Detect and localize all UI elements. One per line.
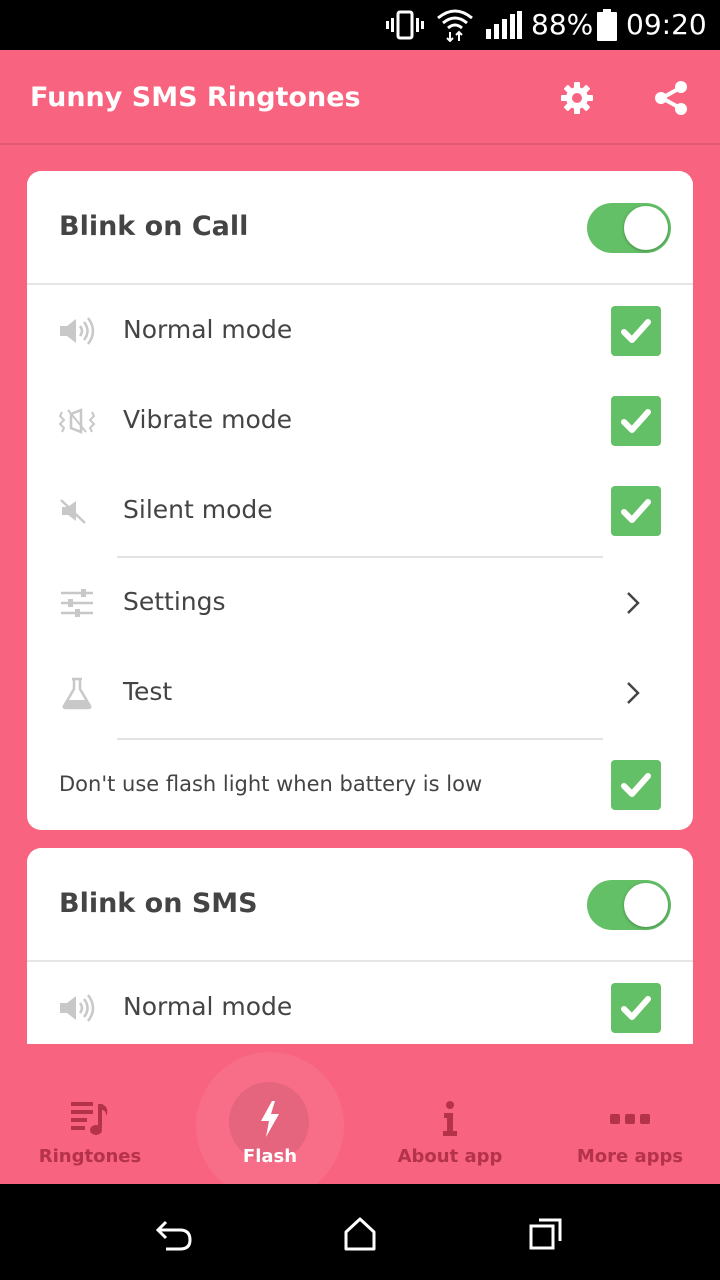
blink-on-sms-card: Blink on SMS Normal mode xyxy=(27,848,693,1044)
call-test-row[interactable]: Test xyxy=(27,648,693,738)
row-label: Normal mode xyxy=(123,315,293,344)
music-list-icon xyxy=(70,1099,110,1139)
system-nav-bar xyxy=(0,1184,720,1280)
card-title: Blink on Call xyxy=(59,211,249,242)
chevron-right-icon xyxy=(619,679,647,707)
settings-gear-icon[interactable] xyxy=(557,78,597,118)
more-dots-icon xyxy=(610,1099,650,1139)
card-title: Blink on SMS xyxy=(59,888,258,919)
nav-label: Flash xyxy=(242,1146,298,1167)
row-label: Vibrate mode xyxy=(123,405,292,434)
nav-ringtones[interactable]: Ringtones xyxy=(0,1044,180,1184)
call-silent-mode-row[interactable]: Silent mode xyxy=(27,466,693,556)
blink-on-call-card: Blink on Call Normal mode Vibrate mode S… xyxy=(27,171,693,830)
speaker-icon xyxy=(57,311,97,351)
nav-label: About app xyxy=(397,1146,503,1167)
vibrate-icon xyxy=(386,8,424,42)
call-normal-mode-row[interactable]: Normal mode xyxy=(27,286,693,376)
status-bar: 88% 09:20 xyxy=(0,0,720,50)
row-label: Silent mode xyxy=(123,495,273,524)
bottom-nav: Ringtones Flash About app More apps xyxy=(0,1044,720,1200)
sms-normal-mode-row[interactable]: Normal mode xyxy=(27,963,693,1044)
lightning-icon xyxy=(250,1099,290,1139)
card-header: Blink on SMS xyxy=(27,848,693,962)
call-silent-mode-checkbox[interactable] xyxy=(611,486,661,536)
battery-percent: 88% xyxy=(531,8,594,41)
call-settings-row[interactable]: Settings xyxy=(27,558,693,648)
call-normal-mode-checkbox[interactable] xyxy=(611,306,661,356)
chevron-right-icon xyxy=(619,589,647,617)
info-icon xyxy=(430,1099,470,1139)
low-battery-checkbox[interactable] xyxy=(611,760,661,810)
app-title: Funny SMS Ringtones xyxy=(30,82,361,113)
app-bar: Funny SMS Ringtones xyxy=(0,50,720,145)
row-label: Test xyxy=(123,677,173,706)
signal-icon xyxy=(484,8,522,42)
nav-label: More apps xyxy=(576,1146,684,1167)
nav-label: Ringtones xyxy=(38,1146,142,1167)
toggle-knob xyxy=(624,206,668,250)
clock: 09:20 xyxy=(626,8,707,41)
share-icon[interactable] xyxy=(651,78,691,118)
blink-on-call-toggle[interactable] xyxy=(587,203,671,253)
call-vibrate-mode-checkbox[interactable] xyxy=(611,396,661,446)
toggle-knob xyxy=(624,883,668,927)
speaker-icon xyxy=(57,988,97,1028)
sms-normal-mode-checkbox[interactable] xyxy=(611,983,661,1033)
home-icon[interactable] xyxy=(338,1212,382,1256)
blink-on-sms-toggle[interactable] xyxy=(587,880,671,930)
call-vibrate-mode-row[interactable]: Vibrate mode xyxy=(27,376,693,466)
card-header: Blink on Call xyxy=(27,171,693,285)
wifi-icon xyxy=(436,8,474,42)
low-battery-row[interactable]: Don't use flash light when battery is lo… xyxy=(27,740,693,830)
row-label: Normal mode xyxy=(123,992,293,1021)
nav-more-apps[interactable]: More apps xyxy=(540,1044,720,1184)
flask-icon xyxy=(57,673,97,713)
silent-icon xyxy=(57,491,97,531)
recent-apps-icon[interactable] xyxy=(524,1212,568,1256)
row-label: Don't use flash light when battery is lo… xyxy=(59,772,483,796)
nav-about-app[interactable]: About app xyxy=(360,1044,540,1184)
vibrate-mode-icon xyxy=(57,401,97,441)
sliders-icon xyxy=(57,583,97,623)
row-label: Settings xyxy=(123,587,226,616)
nav-flash[interactable]: Flash xyxy=(180,1044,360,1184)
battery-icon xyxy=(596,8,618,42)
back-icon[interactable] xyxy=(152,1212,196,1256)
